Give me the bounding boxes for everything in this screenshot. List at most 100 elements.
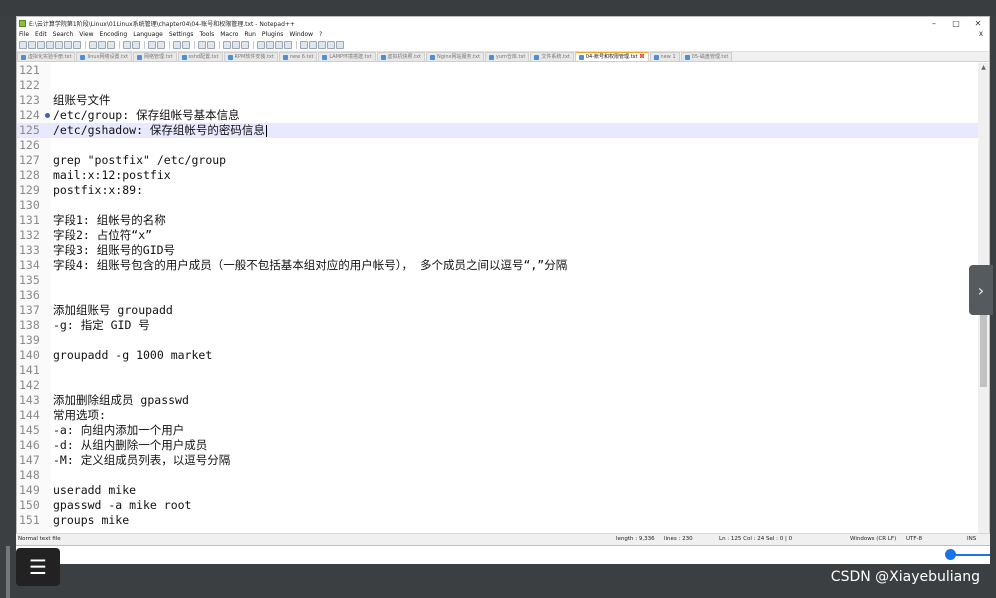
- menu-item-plugins[interactable]: Plugins: [262, 31, 284, 38]
- close-button[interactable]: ✕: [967, 17, 989, 30]
- tab-close-icon[interactable]: ⊠: [640, 53, 645, 61]
- video-progress-track[interactable]: [16, 546, 990, 564]
- find-icon[interactable]: [148, 41, 156, 49]
- sync-v-icon[interactable]: [198, 41, 206, 49]
- editor-line[interactable]: 150 gpasswd -a mike root: [17, 498, 980, 513]
- zoom-in-icon[interactable]: [173, 41, 181, 49]
- record-icon[interactable]: [300, 41, 308, 49]
- menu-item-window[interactable]: Window: [289, 31, 313, 38]
- menu-close-icon[interactable]: X: [979, 31, 983, 38]
- editor-line[interactable]: 125/etc/gshadow: 保存组帐号的密码信息: [17, 123, 980, 138]
- file-tab[interactable]: new 1: [649, 52, 680, 61]
- file-tab[interactable]: Nginx网站服务.txt: [426, 52, 484, 61]
- editor-line[interactable]: 139: [17, 333, 980, 348]
- editor-line[interactable]: 135: [17, 273, 980, 288]
- menu-item-[interactable]: ?: [319, 31, 322, 38]
- indent-guide-icon[interactable]: [241, 41, 249, 49]
- play-icon[interactable]: [318, 41, 326, 49]
- editor-line[interactable]: 141: [17, 363, 980, 378]
- file-tab[interactable]: 05-磁盘管理.txt: [680, 52, 733, 61]
- stop-icon[interactable]: [309, 41, 317, 49]
- editor-line[interactable]: 131 字段1: 组帐号的名称: [17, 213, 980, 228]
- menu-item-edit[interactable]: Edit: [35, 31, 47, 38]
- menu-item-settings[interactable]: Settings: [169, 31, 194, 38]
- replace-icon[interactable]: [157, 41, 165, 49]
- editor-line[interactable]: 149 useradd mike: [17, 483, 980, 498]
- paste-icon[interactable]: [107, 41, 115, 49]
- file-tab[interactable]: 虚拟机快照.txt: [376, 52, 426, 61]
- close-all-icon[interactable]: [64, 41, 72, 49]
- editor-line[interactable]: 137 添加组账号 groupadd: [17, 303, 980, 318]
- close-icon[interactable]: [55, 41, 63, 49]
- all-chars-icon[interactable]: [232, 41, 240, 49]
- editor-line[interactable]: 144 常用选项:: [17, 408, 980, 423]
- editor-line[interactable]: 123 组账号文件: [17, 93, 980, 108]
- menu-item-run[interactable]: Run: [244, 31, 256, 38]
- editor-line[interactable]: 138 -g: 指定 GID 号: [17, 318, 980, 333]
- editor-line[interactable]: 145 -a: 向组内添加一个用户: [17, 423, 980, 438]
- editor-line[interactable]: 142: [17, 378, 980, 393]
- side-panel-toggle-button[interactable]: ›: [969, 265, 993, 315]
- editor-line[interactable]: 143 添加删除组成员 gpasswd: [17, 393, 980, 408]
- save-icon[interactable]: [37, 41, 45, 49]
- menu-item-macro[interactable]: Macro: [220, 31, 238, 38]
- file-tab[interactable]: 虚拟化实验手册.txt: [17, 52, 76, 61]
- scroll-up-icon[interactable]: ▲: [978, 63, 989, 72]
- file-tab[interactable]: sshd配置.txt: [177, 52, 223, 61]
- file-tab[interactable]: 04-账号和权限管理.txt ⊠: [574, 52, 649, 61]
- maximize-button[interactable]: □: [945, 17, 967, 30]
- copy-icon[interactable]: [98, 41, 106, 49]
- progress-knob[interactable]: [945, 549, 956, 560]
- editor-line[interactable]: 146 -d: 从组内删除一个用户成员: [17, 438, 980, 453]
- menu-item-tools[interactable]: Tools: [199, 31, 214, 38]
- doc-map-icon[interactable]: [266, 41, 274, 49]
- minimize-button[interactable]: –: [923, 17, 945, 30]
- editor-area[interactable]: 121 122 123 组账号文件 124/etc/group: 保存组帐号基本信息 12…: [17, 63, 980, 539]
- file-tab[interactable]: new 6.txt: [278, 52, 318, 61]
- editor-line[interactable]: 151 groups mike: [17, 513, 980, 528]
- editor-line[interactable]: 140 groupadd -g 1000 market: [17, 348, 980, 363]
- func-list-icon[interactable]: [275, 41, 283, 49]
- lang-icon[interactable]: [257, 41, 265, 49]
- play-multi-icon[interactable]: [327, 41, 335, 49]
- editor-line[interactable]: 129 postfix:x:89:: [17, 183, 980, 198]
- file-tab[interactable]: yum仓库.txt: [484, 52, 530, 61]
- editor-line[interactable]: 128 mail:x:12:postfix: [17, 168, 980, 183]
- editor-line[interactable]: 122: [17, 78, 980, 93]
- editor-line[interactable]: 147 -M: 定义组成员列表，以逗号分隔: [17, 453, 980, 468]
- editor-line[interactable]: 136: [17, 288, 980, 303]
- menu-item-search[interactable]: Search: [53, 31, 74, 38]
- file-tab[interactable]: linux网络设置.txt: [76, 52, 133, 61]
- menu-item-file[interactable]: File: [19, 31, 29, 38]
- editor-line[interactable]: 133 字段3: 组账号的GID号: [17, 243, 980, 258]
- bookmark-icon[interactable]: [45, 113, 50, 118]
- redo-icon[interactable]: [132, 41, 140, 49]
- save-macro-icon[interactable]: [336, 41, 344, 49]
- editor-line[interactable]: 127 grep "postfix" /etc/group: [17, 153, 980, 168]
- menu-item-language[interactable]: Language: [133, 31, 163, 38]
- file-tab[interactable]: 网络管理.txt: [133, 52, 177, 61]
- save-all-icon[interactable]: [46, 41, 54, 49]
- menu-item-view[interactable]: View: [79, 31, 93, 38]
- open-file-icon[interactable]: [28, 41, 36, 49]
- print-icon[interactable]: [73, 41, 81, 49]
- zoom-out-icon[interactable]: [182, 41, 190, 49]
- editor-line[interactable]: 148: [17, 468, 980, 483]
- folder-icon[interactable]: [284, 41, 292, 49]
- new-file-icon[interactable]: [19, 41, 27, 49]
- editor-line[interactable]: 132 字段2: 占位符“x”: [17, 228, 980, 243]
- editor-line[interactable]: 130: [17, 198, 980, 213]
- editor-line[interactable]: 124/etc/group: 保存组帐号基本信息: [17, 108, 980, 123]
- file-tab[interactable]: LAMP环境搭建.txt: [318, 52, 376, 61]
- file-tab[interactable]: RPM软件安装.txt: [223, 52, 278, 61]
- list-menu-button[interactable]: ☰: [16, 548, 60, 586]
- wrap-icon[interactable]: [223, 41, 231, 49]
- menu-item-encoding[interactable]: Encoding: [100, 31, 128, 38]
- sync-h-icon[interactable]: [207, 41, 215, 49]
- cut-icon[interactable]: [89, 41, 97, 49]
- undo-icon[interactable]: [123, 41, 131, 49]
- editor-line[interactable]: 134 字段4: 组账号包含的用户成员（一般不包括基本组对应的用户帐号）， 多个成…: [17, 258, 980, 273]
- editor-line[interactable]: 126: [17, 138, 980, 153]
- editor-line[interactable]: 121: [17, 63, 980, 78]
- file-tab[interactable]: 文件系统.txt: [530, 52, 574, 61]
